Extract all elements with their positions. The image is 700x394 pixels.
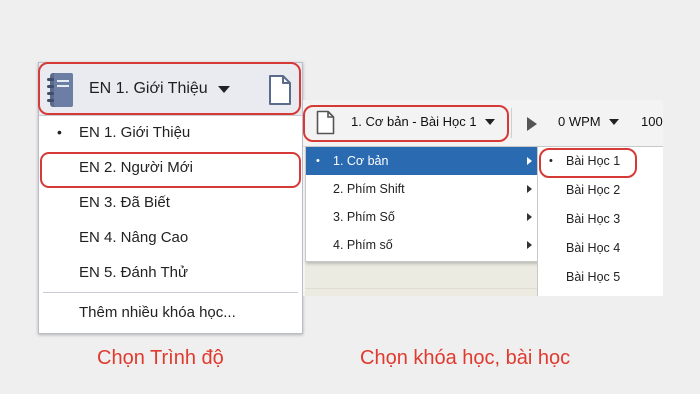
left-caption: Chọn Trình độ [97,347,224,369]
lesson-item-label: Bài Học 3 [566,212,621,226]
selected-bullet: • [549,155,553,167]
lesson-item-label: Bài Học 1 [566,154,621,168]
submenu-arrow-icon [527,185,532,193]
level-dropdown-label: EN 1. Giới Thiệu [89,80,208,97]
level-item-en1[interactable]: • EN 1. Giới Thiệu [39,115,302,150]
level-menu: • EN 1. Giới Thiệu EN 2. Người Mới EN 3.… [39,115,302,330]
course-toolbar: 1. Cơ bản - Bài Học 1 0 WPM 100 [303,100,663,147]
course-item-basic[interactable]: • 1. Cơ bản [306,147,538,175]
course-item-label: 4. Phím số [333,238,393,252]
zoom-value[interactable]: 100 [641,114,663,129]
level-toolbar: EN 1. Giới Thiệu [39,63,302,116]
course-item-number-keys-2[interactable]: 4. Phím số [306,231,538,259]
level-item-en4[interactable]: EN 4. Nâng Cao [39,220,302,255]
level-item-label: EN 4. Nâng Cao [79,229,189,246]
course-panel: 1. Cơ bản - Bài Học 1 0 WPM 100 • 1. Cơ … [303,100,663,296]
wpm-label: 0 WPM [558,114,601,129]
submenu-arrow-icon [527,241,532,249]
lesson-item-label: Bài Học 5 [566,270,621,284]
submenu-arrow-icon [527,213,532,221]
menu-divider [43,292,298,293]
level-item-label: EN 5. Đánh Thử [79,264,188,281]
submenu-arrow-icon [527,157,532,165]
level-dropdown[interactable]: EN 1. Giới Thiệu [89,75,230,103]
course-item-label: 3. Phím Số [333,210,395,224]
caret-down-icon [484,118,495,125]
more-courses-label: Thêm nhiều khóa học... [79,304,236,321]
level-item-label: EN 2. Người Mới [79,159,193,176]
course-item-number-keys[interactable]: 3. Phím Số [306,203,538,231]
level-item-label: EN 1. Giới Thiệu [79,124,191,141]
lesson-menu: • Bài Học 1 Bài Học 2 Bài Học 3 Bài Học … [537,146,663,296]
selected-bullet: • [57,124,62,140]
file-icon[interactable] [316,110,335,135]
lesson-item-label: Bài Học 2 [566,183,621,197]
lesson-item-1[interactable]: • Bài Học 1 [538,147,663,176]
file-icon[interactable] [268,74,292,106]
selected-bullet: • [316,155,320,167]
toolbar-divider [511,108,512,138]
lesson-item-label: Bài Học 4 [566,241,621,255]
course-item-label: 1. Cơ bản [333,154,389,168]
level-item-label: EN 3. Đã Biết [79,194,170,211]
course-item-label: 2. Phím Shift [333,182,405,196]
level-item-en5[interactable]: EN 5. Đánh Thử [39,255,302,290]
course-item-shift[interactable]: 2. Phím Shift [306,175,538,203]
caret-down-icon [608,118,619,125]
caret-down-icon [217,85,230,93]
lesson-item-2[interactable]: Bài Học 2 [538,176,663,205]
level-item-en2[interactable]: EN 2. Người Mới [39,150,302,185]
lesson-item-5[interactable]: Bài Học 5 [538,263,663,292]
right-caption: Chọn khóa học, bài học [360,347,571,369]
level-panel: EN 1. Giới Thiệu • EN 1. Giới Thiệu EN 2… [38,62,303,334]
notebook-icon[interactable] [45,72,75,108]
course-menu: • 1. Cơ bản 2. Phím Shift 3. Phím Số 4. … [305,146,539,262]
level-item-en3[interactable]: EN 3. Đã Biết [39,185,302,220]
wpm-dropdown[interactable]: 0 WPM [558,114,619,129]
play-icon[interactable] [527,117,537,131]
lesson-item-4[interactable]: Bài Học 4 [538,234,663,263]
lesson-dropdown[interactable]: 1. Cơ bản - Bài Học 1 [351,114,495,129]
lesson-dropdown-label: 1. Cơ bản - Bài Học 1 [351,114,477,129]
typing-area-background [305,260,537,296]
more-courses-item[interactable]: Thêm nhiều khóa học... [39,295,302,330]
lesson-item-3[interactable]: Bài Học 3 [538,205,663,234]
